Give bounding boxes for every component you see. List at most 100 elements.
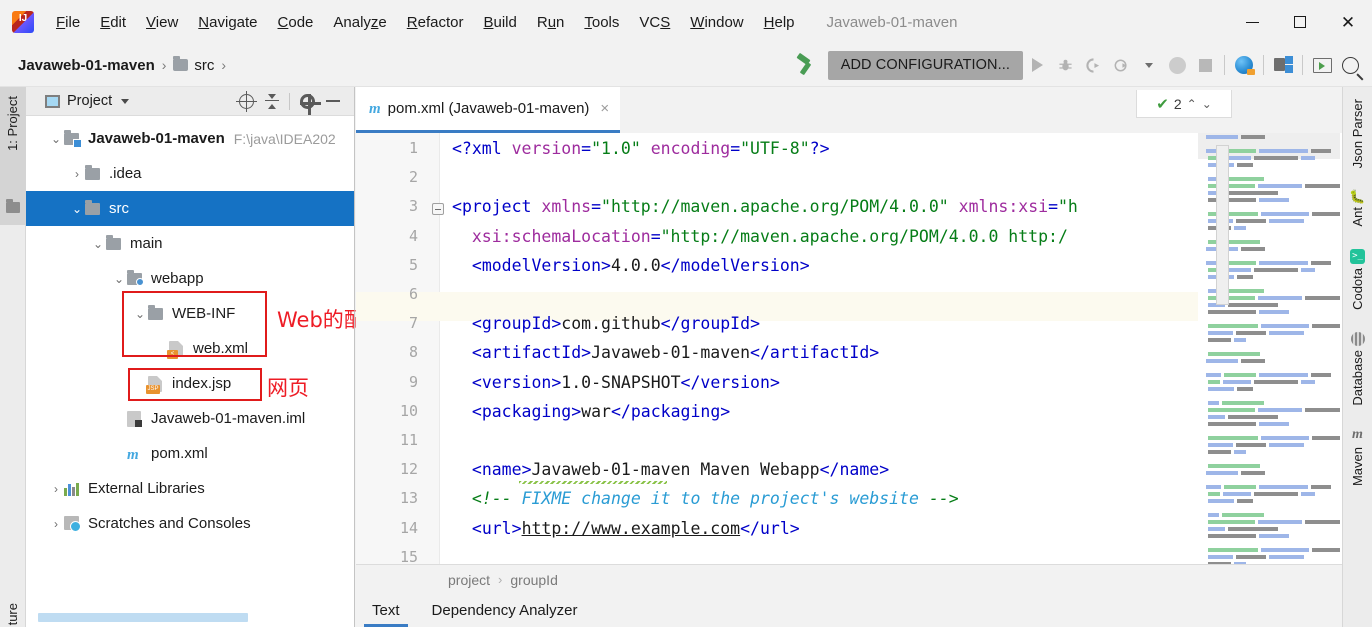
code-line[interactable]: xsi:schemaLocation="http://maven.apache.…: [452, 227, 1068, 246]
code-line[interactable]: <version>1.0-SNAPSHOT</version>: [452, 373, 780, 392]
menu-navigate[interactable]: Navigate: [188, 10, 267, 35]
menu-run[interactable]: Run: [527, 10, 575, 35]
window-title: Javaweb-01-maven: [827, 14, 958, 31]
minimap-line: [1208, 534, 1256, 538]
chevron-icon[interactable]: ›: [48, 517, 64, 531]
project-panel-hscrollbar[interactable]: [38, 613, 248, 622]
breadcrumb-nav: Javaweb-01-maven › src ›: [18, 57, 233, 74]
code-line[interactable]: <?xml version="1.0" encoding="UTF-8"?>: [452, 139, 830, 158]
menu-tools[interactable]: Tools: [574, 10, 629, 35]
caret-down-icon[interactable]: [1135, 51, 1163, 79]
menu-view[interactable]: View: [136, 10, 188, 35]
breadcrumb-project[interactable]: Javaweb-01-maven: [18, 57, 155, 74]
minimap-line: [1258, 520, 1302, 524]
minimap-line: [1261, 436, 1309, 440]
tree-node-javaweb-01-maven[interactable]: ⌄Javaweb-01-mavenF:\java\IDEA202: [26, 121, 354, 156]
breadcrumb-item-project[interactable]: project: [448, 572, 490, 588]
code-line[interactable]: <!-- FIXME change it to the project's we…: [452, 489, 959, 508]
menu-refactor[interactable]: Refactor: [397, 10, 474, 35]
folder-icon: [85, 201, 103, 217]
run-with-coverage-icon[interactable]: [1079, 51, 1107, 79]
tab-text[interactable]: Text: [356, 594, 416, 627]
menu-edit[interactable]: Edit: [90, 10, 136, 35]
run-icon[interactable]: [1023, 51, 1051, 79]
code-fold-icon-line3[interactable]: [432, 203, 444, 215]
sidebar-tab-json-parser[interactable]: Json Parser: [1350, 99, 1365, 168]
add-configuration-button[interactable]: ADD CONFIGURATION...: [828, 51, 1023, 80]
hide-icon[interactable]: [320, 88, 346, 114]
minimap-line: [1208, 324, 1258, 328]
chevron-down-icon[interactable]: [121, 99, 129, 104]
close-button[interactable]: ✕: [1324, 0, 1372, 44]
minimap-line: [1269, 555, 1304, 559]
code-line[interactable]: <groupId>com.github</groupId>: [452, 314, 760, 333]
toolbar-divider-2: [1263, 55, 1264, 75]
sidebar-tab-project-label: 1: Project: [5, 96, 20, 151]
sidebar-tab-project[interactable]: 1: Project: [0, 87, 26, 225]
editor-vertical-scrollbar[interactable]: [1216, 145, 1229, 305]
menu-build[interactable]: Build: [473, 10, 526, 35]
sidebar-tab-database[interactable]: Database: [1350, 332, 1365, 406]
minimap-line: [1312, 436, 1340, 440]
sidebar-tab-maven[interactable]: m Maven: [1350, 427, 1365, 486]
menu-window[interactable]: Window: [680, 10, 753, 35]
code-line[interactable]: <name>Javaweb-01-maven Maven Webapp</nam…: [452, 460, 889, 479]
maximize-button[interactable]: [1276, 0, 1324, 44]
code-line[interactable]: <modelVersion>4.0.0</modelVersion>: [452, 256, 810, 275]
close-icon: ✕: [1341, 14, 1355, 31]
chevron-icon[interactable]: ⌄: [90, 237, 106, 251]
tree-node--idea[interactable]: ›.idea: [26, 156, 354, 191]
minimap-line: [1208, 415, 1225, 419]
tab-dependency-analyzer[interactable]: Dependency Analyzer: [416, 594, 594, 627]
minimap-line: [1208, 408, 1255, 412]
project-structure-icon[interactable]: [1269, 51, 1297, 79]
sidebar-tab-codota[interactable]: >_ Codota: [1350, 249, 1365, 310]
tree-node-src[interactable]: ⌄src: [26, 191, 354, 226]
chevron-icon[interactable]: ›: [48, 482, 64, 496]
menu-vcs[interactable]: VCS: [629, 10, 680, 35]
inspection-widget[interactable]: ✔ 2 ⌃ ⌄: [1136, 90, 1232, 118]
breadcrumb-src[interactable]: src: [194, 57, 214, 74]
minimap-line: [1208, 450, 1231, 454]
editor-breadcrumb-bar: project › groupId: [356, 564, 1372, 594]
previous-problem-icon[interactable]: ⌃: [1187, 97, 1197, 111]
collapse-all-icon[interactable]: [259, 88, 285, 114]
code-line[interactable]: <url>http://www.example.com</url>: [452, 519, 800, 538]
tree-node-pom-xml[interactable]: mpom.xml: [26, 436, 354, 471]
select-run-configuration-icon[interactable]: [1308, 51, 1336, 79]
tree-node-main[interactable]: ⌄main: [26, 226, 354, 261]
sidebar-tab-structure-label[interactable]: ture: [5, 603, 20, 625]
minimap-line: [1208, 401, 1219, 405]
code-line[interactable]: <packaging>war</packaging>: [452, 402, 730, 421]
code-line[interactable]: <project xmlns="http://maven.apache.org/…: [452, 197, 1078, 216]
chevron-icon[interactable]: ⌄: [111, 272, 127, 286]
menu-help[interactable]: Help: [754, 10, 805, 35]
search-everywhere-icon[interactable]: [1336, 51, 1364, 79]
menu-analyze[interactable]: Analyze: [323, 10, 396, 35]
editor-tab-pom-xml[interactable]: m pom.xml (Javaweb-01-maven) ×: [356, 87, 620, 133]
chevron-icon[interactable]: ›: [69, 167, 85, 181]
chevron-icon[interactable]: ⌄: [48, 132, 64, 146]
menu-file[interactable]: File: [46, 10, 90, 35]
intellij-logo-icon: [12, 11, 34, 33]
tree-node-external-libraries[interactable]: ›External Libraries: [26, 471, 354, 506]
tree-node-javaweb-01-maven-iml[interactable]: Javaweb-01-maven.iml: [26, 401, 354, 436]
settings-gear-icon[interactable]: [294, 88, 320, 114]
minimap-line: [1234, 450, 1246, 454]
code-line[interactable]: <artifactId>Javaweb-01-maven</artifactId…: [452, 343, 879, 362]
debug-icon[interactable]: [1051, 51, 1079, 79]
sidebar-tab-ant[interactable]: 🐛 Ant: [1349, 190, 1365, 227]
menu-code[interactable]: Code: [268, 10, 324, 35]
profile-icon[interactable]: [1107, 51, 1135, 79]
chevron-icon[interactable]: ⌄: [69, 202, 85, 216]
breadcrumb-item-groupid[interactable]: groupId: [510, 572, 557, 588]
update-running-application-icon[interactable]: [1230, 51, 1258, 79]
sidebar-tab-json-parser-label: Json Parser: [1350, 99, 1365, 168]
minimize-button[interactable]: [1228, 0, 1276, 44]
hammer-icon[interactable]: [794, 54, 816, 76]
tree-node-scratches-and-consoles[interactable]: ›Scratches and Consoles: [26, 506, 354, 541]
stop-icon[interactable]: [1191, 51, 1219, 79]
locate-icon[interactable]: [233, 88, 259, 114]
next-problem-icon[interactable]: ⌄: [1202, 97, 1212, 111]
close-icon[interactable]: ×: [600, 100, 609, 117]
